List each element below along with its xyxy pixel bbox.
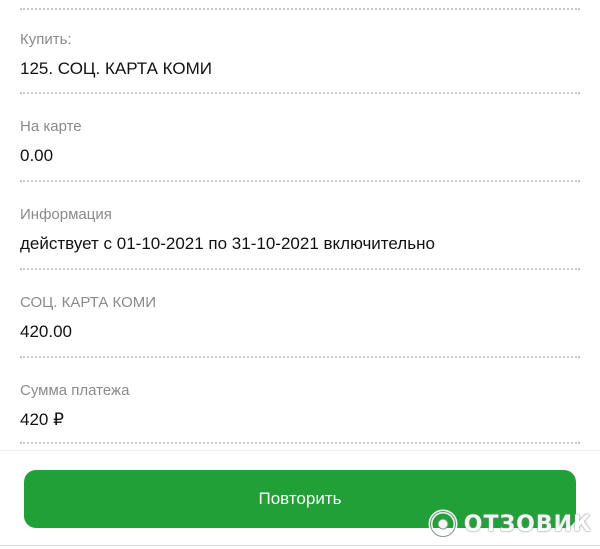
payment-sum-value: 420 ₽: [20, 410, 64, 429]
card-amount-value: 420.00: [20, 322, 72, 341]
otzovik-logo-icon: [428, 509, 458, 539]
payment-sum-label: Сумма платежа: [20, 382, 130, 399]
repeat-button-label: Повторить: [258, 489, 342, 508]
card-name-label: СОЦ. КАРТА КОМИ: [20, 294, 157, 311]
divider: [20, 442, 580, 444]
divider: [20, 356, 580, 358]
watermark: ОТЗОВИК: [428, 504, 592, 544]
divider: [20, 180, 580, 182]
on-card-label: На карте: [20, 118, 82, 135]
bottom-divider: [0, 545, 600, 546]
info-value: действует с 01-10-2021 по 31-10-2021 вкл…: [20, 234, 435, 253]
watermark-text: ОТЗОВИК: [463, 511, 592, 537]
payment-details-screen: Купить: 125. СОЦ. КАРТА КОМИ На карте 0.…: [0, 0, 600, 549]
buy-label: Купить:: [20, 31, 72, 48]
divider: [20, 268, 580, 270]
on-card-value: 0.00: [20, 146, 54, 165]
info-label: Информация: [20, 206, 112, 223]
divider: [20, 8, 580, 10]
buy-value: 125. СОЦ. КАРТА КОМИ: [20, 59, 212, 78]
divider: [20, 92, 580, 94]
